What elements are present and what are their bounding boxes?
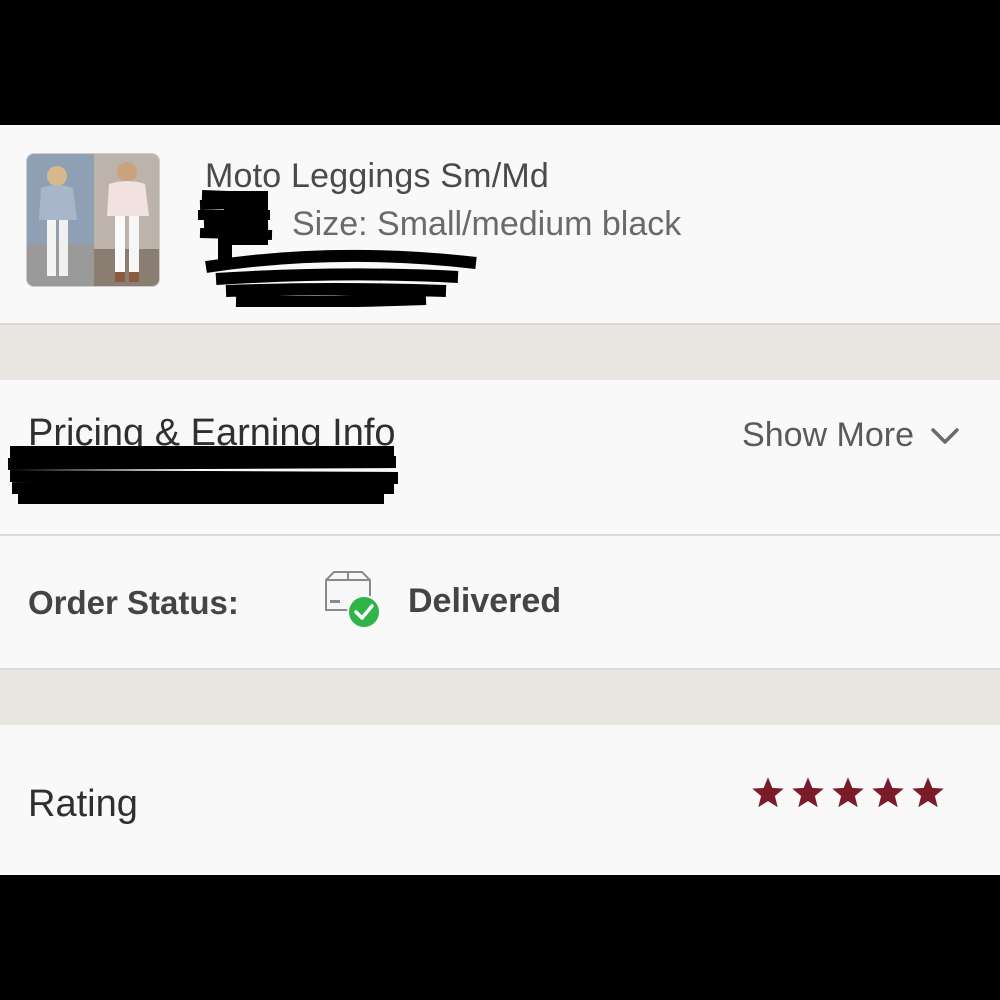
rating-section: Rating [0,725,1000,875]
show-more-label: Show More [742,416,914,454]
order-status-section: Order Status: Delivered [0,536,1000,670]
product-row[interactable]: Moto Leggings Sm/Md Size: Small/medium b… [0,125,1000,325]
package-delivered-icon [325,571,381,629]
chevron-down-icon [931,427,959,444]
pricing-earning-section: Pricing & Earning Info Show More [0,380,1000,536]
star-rating[interactable] [750,775,946,811]
section-divider [0,325,1000,380]
order-status-label: Order Status: [28,584,239,621]
section-divider [0,670,1000,725]
star-icon[interactable] [870,775,906,811]
redaction-scribble [7,446,399,504]
show-more-button[interactable]: Show More [742,416,960,455]
rating-label: Rating [28,783,138,825]
star-icon[interactable] [790,775,826,811]
star-icon[interactable] [830,775,866,811]
redaction-scribble [198,190,477,307]
product-photo-icon [27,154,159,286]
order-status-value: Delivered [408,582,562,620]
star-icon[interactable] [750,775,786,811]
product-thumbnail[interactable] [26,153,160,287]
star-icon[interactable] [910,775,946,811]
order-detail-screen: Moto Leggings Sm/Md Size: Small/medium b… [0,125,1000,875]
